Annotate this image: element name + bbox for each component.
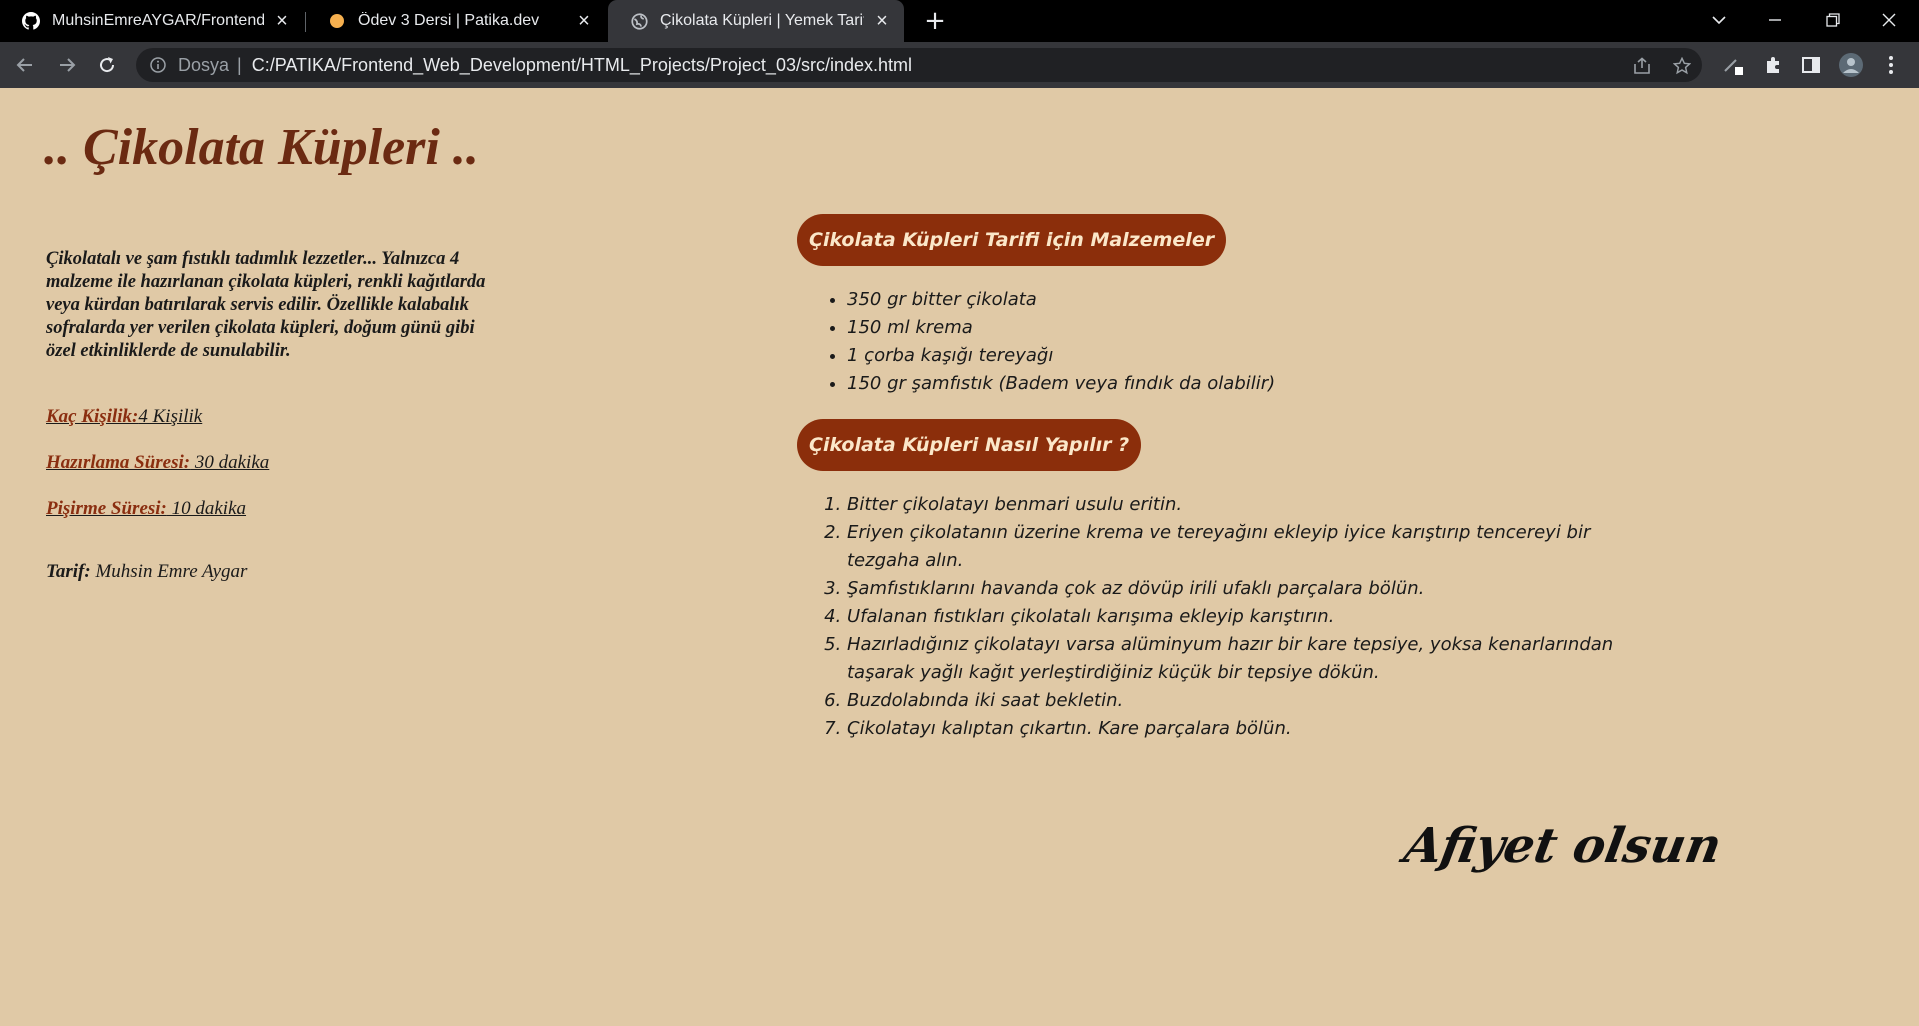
servings-label: Kaç Kişilik:	[46, 406, 139, 427]
close-window-icon[interactable]	[1866, 0, 1912, 40]
page-title: .. Çikolata Küpleri ..	[44, 119, 479, 176]
servings-value: 4 Kişilik	[138, 406, 203, 427]
address-separator: |	[237, 54, 242, 75]
steps-heading: Çikolata Küpleri Nasıl Yapılır ?	[797, 419, 1142, 471]
ingredients-heading: Çikolata Küpleri Tarifi için Malzemeler	[797, 214, 1227, 266]
info-icon[interactable]	[150, 56, 168, 74]
new-tab-button[interactable]: +	[920, 6, 950, 36]
ingredients-list: 350 gr bitter çikolata150 ml krema1 çorb…	[847, 286, 1647, 398]
author-label: Tarif:	[46, 561, 91, 582]
servings-link[interactable]: Kaç Kişilik:4 Kişilik	[46, 406, 202, 428]
list-item: Ufalanan fıstıkları çikolatalı karışıma …	[847, 603, 1647, 631]
list-item: Şamfıstıklarını havanda çok az dövüp iri…	[847, 575, 1647, 603]
cook-time-value: 10 dakika	[166, 498, 247, 519]
list-item: Eriyen çikolatanın üzerine krema ve tere…	[847, 519, 1647, 575]
list-item: Buzdolabında iki saat bekletin.	[847, 687, 1647, 715]
url-text[interactable]: C:/PATIKA/Frontend_Web_Development/HTML_…	[252, 55, 912, 76]
tab-title: Çikolata Küpleri | Yemek Tarifleri	[660, 12, 864, 29]
forward-icon[interactable]	[52, 50, 82, 80]
share-icon[interactable]	[1632, 56, 1652, 76]
profile-avatar[interactable]	[1838, 52, 1864, 78]
cook-time-link[interactable]: Pişirme Süresi: 10 dakika	[46, 498, 246, 520]
close-icon[interactable]: ×	[574, 10, 594, 32]
reload-icon[interactable]	[92, 50, 122, 80]
tab-github[interactable]: MuhsinEmreAYGAR/Frontend_We ×	[0, 0, 304, 42]
minimize-icon[interactable]	[1752, 0, 1798, 40]
tab-title: Ödev 3 Dersi | Patika.dev	[358, 12, 540, 29]
github-icon	[22, 12, 40, 30]
close-icon[interactable]: ×	[872, 10, 892, 32]
bookmark-star-icon[interactable]	[1672, 56, 1692, 76]
security-label: Dosya	[178, 54, 230, 75]
patika-icon	[328, 12, 346, 30]
edit-pen-icon[interactable]	[1720, 52, 1746, 78]
close-icon[interactable]: ×	[272, 10, 292, 32]
cook-time-label: Pişirme Süresi:	[46, 498, 167, 519]
side-panel-icon[interactable]	[1798, 52, 1824, 78]
restore-icon[interactable]	[1810, 0, 1856, 40]
recipe-intro: Çikolatalı ve şam fıstıklı tadımlık lezz…	[46, 249, 486, 361]
more-menu-icon[interactable]	[1878, 52, 1904, 78]
browser-toolbar: Dosya | C:/PATIKA/Frontend_Web_Developme…	[0, 42, 1919, 88]
tab-title: MuhsinEmreAYGAR/Frontend_We	[52, 12, 264, 29]
extensions-puzzle-icon[interactable]	[1760, 52, 1786, 78]
prep-time-value: 30 dakika	[190, 452, 270, 473]
list-item: Hazırladığınız çikolatayı varsa alüminyu…	[847, 631, 1647, 687]
prep-time-link[interactable]: Hazırlama Süresi: 30 dakika	[46, 452, 269, 474]
tab-strip: MuhsinEmreAYGAR/Frontend_We × Ödev 3 Der…	[0, 0, 1919, 42]
steps-list: Bitter çikolatayı benmari usulu eritin.E…	[847, 491, 1647, 743]
list-item: 150 ml krema	[847, 314, 1647, 342]
signoff-text: Afiyet olsun	[1400, 818, 1726, 874]
tab-search-icon[interactable]	[1696, 0, 1742, 40]
list-item: Bitter çikolatayı benmari usulu eritin.	[847, 491, 1647, 519]
back-icon[interactable]	[10, 50, 40, 80]
page-content: .. Çikolata Küpleri .. Çikolatalı ve şam…	[0, 88, 1919, 1026]
list-item: 350 gr bitter çikolata	[847, 286, 1647, 314]
tab-patika[interactable]: Ödev 3 Dersi | Patika.dev ×	[306, 0, 606, 42]
prep-time-label: Hazırlama Süresi:	[46, 452, 191, 473]
address-bar[interactable]: Dosya | C:/PATIKA/Frontend_Web_Developme…	[136, 48, 1702, 82]
author-name: Muhsin Emre Aygar	[90, 561, 248, 582]
list-item: 1 çorba kaşığı tereyağı	[847, 342, 1647, 370]
list-item: 150 gr şamfıstık (Badem veya fındık da o…	[847, 370, 1647, 398]
list-item: Çikolatayı kalıptan çıkartın. Kare parça…	[847, 715, 1647, 743]
tab-active-recipe[interactable]: Çikolata Küpleri | Yemek Tarifleri ×	[608, 0, 904, 42]
author-credit: Tarif: Muhsin Emre Aygar	[46, 561, 247, 583]
globe-icon	[630, 12, 648, 30]
